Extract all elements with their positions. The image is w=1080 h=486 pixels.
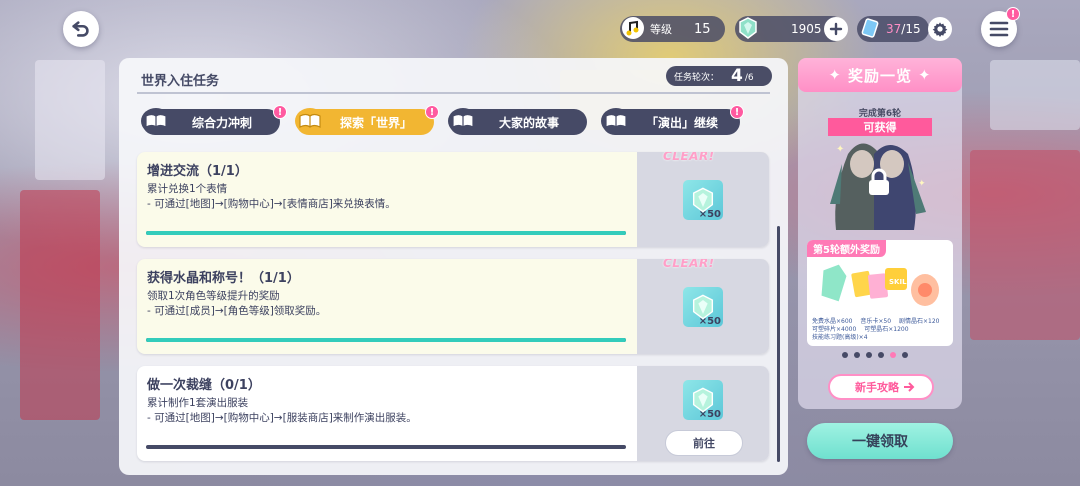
reward-quantity: ×50 (698, 409, 721, 420)
sparkle-icon: ✦ (828, 66, 842, 84)
level-label: 等级 (650, 23, 672, 36)
book-icon (448, 108, 478, 134)
tab-label: 探索「世界」 (339, 115, 412, 130)
arrow-right-icon (904, 382, 915, 392)
tab-label: 「演出」继续 (645, 115, 718, 130)
task-clear-badge: CLEAR! (663, 152, 715, 163)
task-progress-bar (146, 445, 626, 449)
task-progress-bar (146, 338, 626, 342)
bonus-items-image: SKILL (820, 263, 939, 306)
task-reward-area: CLEAR! ×50 (637, 152, 769, 247)
add-crystal-button[interactable] (824, 17, 848, 41)
tab-label: 综合力冲刺 (191, 115, 252, 130)
task-title: 获得水晶和称号！（1/1） (147, 271, 300, 286)
mission-panel: 世界入住任务 任务轮次： 4 /6 综合力冲刺 ! 探索「世界」 ! 大家的故事… (119, 58, 788, 475)
sparkle-icon: ✦ (918, 66, 932, 84)
carousel-dot[interactable] (878, 352, 884, 358)
bonus-item: 音乐卡×50 (860, 318, 892, 325)
reward-quantity: ×50 (698, 316, 721, 327)
task-title: 做一次裁缝（0/1） (147, 378, 261, 393)
bonus-item: 免费水晶×600 (812, 318, 853, 325)
task-progress-fill (146, 231, 626, 235)
rounds-label: 任务轮次： (674, 72, 720, 83)
tab-alert-badge: ! (425, 105, 439, 119)
ticket-icon (855, 13, 885, 43)
bonus-tag: 第5轮额外奖励 (807, 240, 886, 257)
reward-quantity: ×50 (698, 209, 721, 220)
task-progress-fill (146, 338, 626, 342)
bonus-item: 技能练习题(高级)×4 (812, 334, 868, 341)
stamina-max: /15 (901, 22, 921, 36)
book-icon (295, 108, 325, 134)
crystal-value: 1905 (791, 22, 822, 36)
rounds-badge: 任务轮次： 4 /6 (666, 66, 772, 86)
bonus-item-list: 免费水晶×600 音乐卡×50 剧情晶石×120 可塑碎片×4000 可塑晶石×… (812, 318, 952, 342)
carousel-dot[interactable] (842, 352, 848, 358)
back-arrow-icon (72, 21, 89, 37)
task-description: 领取1次角色等级提升的奖励 - 可通过[成员]→[角色等级]领取奖励。 (147, 290, 327, 317)
bonus-item: 可塑晶石×1200 (864, 326, 909, 333)
svg-text:✦: ✦ (836, 144, 844, 155)
menu-alert-badge: ! (1006, 7, 1020, 21)
hamburger-menu-icon (989, 21, 1009, 37)
title-divider (137, 92, 770, 94)
svg-text:SKILL: SKILL (889, 278, 912, 286)
stamina-pill: 37 /15 (857, 16, 929, 42)
reward-panel: ✦ 奖励一览 ✦ 完成第6轮 可获得 ✦ ✦ 第5轮额外奖励 SKILL 免费水… (798, 58, 962, 409)
crystal-reward: ×50 (683, 287, 723, 327)
book-icon (141, 108, 171, 134)
task-card: 获得水晶和称号！（1/1） 领取1次角色等级提升的奖励 - 可通过[成员]→[角… (137, 259, 769, 354)
page-title: 世界入住任务 (141, 74, 220, 89)
task-title: 增进交流（1/1） (147, 164, 248, 179)
carousel-dot[interactable] (902, 352, 908, 358)
crystal-reward: ×50 (683, 180, 723, 220)
task-reward-area: ×50 前往 (637, 366, 769, 461)
guide-label: 新手攻略 (855, 381, 899, 394)
claim-all-button[interactable]: 一键领取 (807, 423, 953, 459)
task-card: 做一次裁缝（0/1） 累计制作1套演出服装 - 可通过[地图]→[购物中心]→[… (137, 366, 769, 461)
level-pill: 等级 15 (620, 16, 725, 42)
crystal-reward: ×50 (683, 380, 723, 420)
beginner-guide-button[interactable]: 新手攻略 (828, 374, 934, 400)
level-value: 15 (694, 21, 711, 37)
bonus-item: 可塑碎片×4000 (812, 326, 857, 333)
carousel-dot[interactable] (866, 352, 872, 358)
bonus-item: 剧情晶石×120 (899, 318, 940, 325)
task-description: 累计兑换1个表情 - 可通过[地图]→[购物中心]→[表情商店]来兑换表情。 (147, 183, 396, 210)
book-icon (601, 108, 631, 134)
carousel-dot[interactable] (854, 352, 860, 358)
task-card: 增进交流（1/1） 累计兑换1个表情 - 可通过[地图]→[购物中心]→[表情商… (137, 152, 769, 247)
back-button[interactable] (63, 11, 99, 47)
lock-icon (869, 168, 889, 195)
settings-button[interactable] (928, 17, 952, 41)
task-clear-badge: CLEAR! (663, 259, 715, 270)
carousel-dots (842, 352, 908, 358)
svg-text:✦: ✦ (918, 179, 926, 189)
tab-alert-badge: ! (730, 105, 744, 119)
tab-live-continue[interactable]: 「演出」继续 (601, 108, 740, 135)
task-reward-area: CLEAR! ×50 (637, 259, 769, 354)
rounds-total: /6 (744, 73, 754, 83)
tab-explore-world[interactable]: 探索「世界」 (295, 108, 434, 135)
tab-alert-badge: ! (273, 105, 287, 119)
reward-header-label: 奖励一览 (847, 66, 912, 85)
tab-label: 大家的故事 (498, 115, 559, 130)
plus-icon (829, 22, 843, 36)
tab-overall-power[interactable]: 综合力冲刺 (141, 108, 280, 135)
task-progress-bar (146, 231, 626, 235)
crystal-icon (733, 13, 763, 43)
task-description: 累计制作1套演出服装 - 可通过[地图]→[购物中心]→[服装商店]来制作演出服… (147, 397, 417, 424)
reward-list-header: ✦ 奖励一览 ✦ (798, 58, 962, 92)
bonus-reward-card[interactable]: 第5轮额外奖励 SKILL 免费水晶×600 音乐卡×50 剧情晶石×120 可… (807, 240, 953, 346)
carousel-dot-active[interactable] (890, 352, 896, 358)
gear-icon (932, 22, 948, 37)
scrollbar[interactable] (777, 226, 780, 462)
go-button[interactable]: 前往 (665, 430, 743, 456)
music-note-icon (618, 13, 648, 43)
tab-everyone-story[interactable]: 大家的故事 (448, 108, 587, 135)
rounds-current: 4 (731, 66, 743, 86)
stamina-current: 37 (886, 22, 902, 36)
